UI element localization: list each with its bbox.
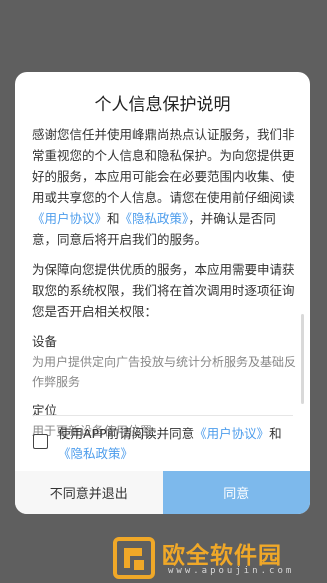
divider — [32, 415, 293, 416]
consent-checkbox[interactable] — [33, 434, 48, 449]
disagree-exit-button[interactable]: 不同意并退出 — [15, 471, 163, 514]
permission-device-desc: 为用户提供定向广告投放与统计分析服务及基础反作弊服务 — [32, 355, 296, 389]
agree-button[interactable]: 同意 — [162, 471, 310, 514]
dialog-title: 个人信息保护说明 — [94, 95, 231, 115]
consent-row: 使用APP前请阅读并同意《用户协议》和《隐私政策》 — [32, 422, 296, 468]
scrollbar-thumb[interactable] — [301, 314, 304, 404]
user-agreement-link[interactable]: 《用户协议》 — [32, 211, 107, 226]
permission-paragraph: 为保障向您提供优质的服务，本应用需要申请获取您的系统权限，我们将在首次调用时逐项… — [32, 262, 295, 319]
privacy-dialog: 个人信息保护说明 感谢您信任并使用峰鼎尚热点认证服务，我们非常重视您的个人信息和… — [15, 72, 310, 514]
intro-and: 和 — [107, 211, 120, 226]
watermark-url: www.apoujin.com — [168, 566, 295, 576]
consent-privacy-policy-link[interactable]: 《隐私政策》 — [58, 446, 133, 461]
intro-text-a: 感谢您信任并使用峰鼎尚热点认证服务，我们非常重视您的个人信息和隐私保护。为向您提… — [32, 127, 295, 205]
intro-paragraph: 感谢您信任并使用峰鼎尚热点认证服务，我们非常重视您的个人信息和隐私保护。为向您提… — [32, 124, 296, 250]
button-bar: 不同意并退出 同意 — [15, 471, 310, 514]
consent-text: 使用APP前请阅读并同意《用户协议》和《隐私政策》 — [58, 424, 296, 464]
consent-and: 和 — [269, 426, 282, 441]
consent-user-agreement-link[interactable]: 《用户协议》 — [194, 426, 269, 441]
dialog-body[interactable]: 感谢您信任并使用峰鼎尚热点认证服务，我们非常重视您的个人信息和隐私保护。为向您提… — [32, 124, 296, 459]
permission-device-name: 设备 — [32, 334, 58, 349]
privacy-policy-link[interactable]: 《隐私政策》 — [120, 211, 189, 226]
watermark-title: 欧全软件园 — [162, 543, 282, 569]
watermark: 欧全软件园 www.apoujin.com — [112, 536, 322, 580]
consent-text-a: 使用APP前请阅读并同意 — [58, 426, 195, 441]
watermark-logo-icon — [113, 537, 155, 579]
permission-location-name: 定位 — [32, 403, 58, 418]
